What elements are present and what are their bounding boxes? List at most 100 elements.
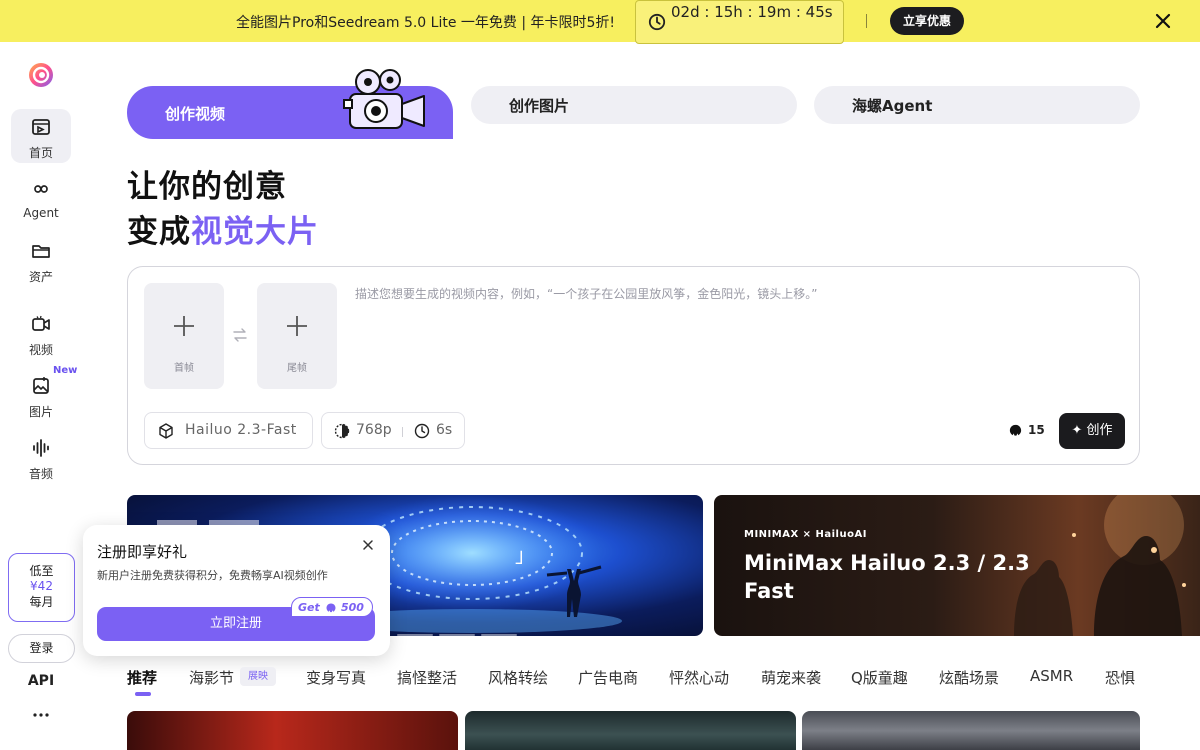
clock-icon [648,13,666,31]
home-icon [32,119,50,135]
tab-create-image[interactable]: 创作图片 [471,86,797,124]
category-tab[interactable]: 炫酷场景 [939,667,999,688]
more-icon[interactable] [31,708,51,722]
sidebar-item-label: 首页 [28,146,53,160]
popup-title: 注册即享好礼 [97,543,188,561]
banner-2-title: MiniMax Hailuo 2.3 / 2.3 Fast [744,551,1030,603]
promo-countdown: 02d : 15h : 19m : 45s [635,0,844,44]
plus-icon [174,316,194,336]
headline-line-1: 让你的创意 [127,169,287,205]
sparkle-icon: ✦ [1071,423,1083,438]
popup-description: 新用户注册免费获得积分，免费畅享AI视频创作 [97,569,328,582]
category-tab[interactable]: 怦然心动 [669,667,729,688]
sidebar-item-home[interactable]: 首页 [11,109,71,163]
signup-popup: 注册即享好礼 新用户注册免费获得积分，免费畅享AI视频创作 立即注册 Get 5… [83,525,390,656]
banner-2-brand: MINIMAX × HailuoAI [744,529,867,540]
tab-label: 创作图片 [509,97,570,115]
prompt-input[interactable]: 描述您想要生成的视频内容，例如，“一个孩子在公园里放风筝，金色阳光，镜头上移。” [355,285,817,302]
prompt-card: 首帧 尾帧 描述您想要生成的视频内容，例如，“一个孩子在公园里放风筝，金色阳光，… [127,266,1140,465]
headline-prefix: 变成 [127,214,191,250]
category-tab-film-festival[interactable]: 海影节 [189,667,234,688]
cube-icon [159,423,173,439]
image-icon [33,377,49,394]
login-button[interactable]: 登录 [8,634,75,663]
shell-icon [326,603,336,613]
promo-text: 全能图片Pro和Seedream 5.0 Lite 一年免费 | 年卡限时5折! [236,15,616,31]
last-frame-label: 尾帧 [287,363,307,374]
camera-illustration-icon [343,69,425,129]
bonus-get: Get [298,601,320,614]
shell-icon [1009,424,1022,436]
category-tab[interactable]: 广告电商 [578,667,638,688]
price-period: 每月 [29,595,54,609]
swap-icon[interactable] [232,327,248,343]
sidebar-item-video[interactable]: 视频 [11,306,71,360]
pricing-card[interactable]: 低至 ¥42 每月 [8,553,75,622]
clock-icon [414,423,430,439]
sidebar-item-audio[interactable]: 音频 [11,430,71,484]
sidebar-item-label: Agent [23,206,59,220]
sidebar-item-agent[interactable]: Agent [11,171,71,225]
category-tab[interactable]: ASMR [1030,667,1073,685]
tab-label: 创作视频 [165,105,226,123]
api-link[interactable]: API [0,673,82,689]
sidebar-item-image[interactable]: 图片 [11,368,71,422]
model-name: Hailuo 2.3-Fast [185,422,297,438]
first-frame-label: 首帧 [174,363,194,374]
sidebar-item-label: 音频 [28,467,53,481]
countdown-text: 02d : 15h : 19m : 45s [671,3,833,21]
infinity-icon [34,185,48,193]
banner-1-quote: 」 [515,543,535,567]
category-tab-recommended[interactable]: 推荐 [127,667,157,688]
promo-banner: 全能图片Pro和Seedream 5.0 Lite 一年免费 | 年卡限时5折!… [0,0,1200,44]
tab-hailuo-agent[interactable]: 海螺Agent [814,86,1140,124]
bonus-amount: 500 [341,601,364,614]
sidebar-item-label: 视频 [28,343,53,357]
new-badge: New [53,365,78,376]
category-tab[interactable]: 恐惧 [1105,667,1140,688]
spec-selector[interactable]: 768p 6s [321,412,465,449]
sidebar-item-assets[interactable]: 资产 [11,233,71,287]
close-icon[interactable] [362,539,374,551]
model-selector[interactable]: Hailuo 2.3-Fast [144,412,313,449]
promo-cta-button[interactable]: 立享优惠 [890,7,964,35]
price-prefix: 低至 [29,564,54,578]
headline-accent: 视觉大片 [191,214,319,250]
category-tab[interactable]: 萌宠来袭 [761,667,821,688]
sidebar-item-label: 资产 [28,270,53,284]
audio-wave-icon [33,439,49,457]
category-tab[interactable]: 风格转绘 [488,667,548,688]
duration-value: 6s [436,422,453,438]
category-tab[interactable]: 变身写真 [306,667,366,688]
banner-carousel-2[interactable]: MINIMAX × HailuoAI MiniMax Hailuo 2.3 / … [714,495,1200,636]
bonus-badge: Get 500 [291,597,373,617]
video-thumbnail[interactable] [127,711,458,750]
resolution-icon [334,423,350,439]
credit-cost: 15 [1008,423,1048,439]
sidebar-item-label: 图片 [28,405,53,419]
headline-line-2: 变成视觉大片 [127,210,319,255]
category-tab[interactable]: 搞怪整活 [397,667,457,688]
promo-divider [866,14,867,28]
category-badge: 展映 [240,667,276,686]
plus-icon [287,316,307,336]
tab-label: 海螺Agent [852,97,933,115]
create-label: 创作 [1086,423,1113,438]
carousel-dots[interactable] [397,621,527,636]
category-tab[interactable]: Q版童趣 [851,667,908,688]
page-headline: 让你的创意 变成视觉大片 [127,165,319,255]
video-thumbnail[interactable] [802,711,1140,750]
video-thumbnail[interactable] [465,711,796,750]
close-icon[interactable] [1152,10,1174,32]
hailuo-logo[interactable] [27,61,55,89]
resolution-value: 768p [356,422,392,438]
create-button[interactable]: ✦ 创作 [1059,413,1125,449]
price-value: ¥42 [30,579,53,593]
last-frame-upload[interactable]: 尾帧 [257,283,337,389]
active-tab-indicator [135,692,151,696]
credit-count: 15 [1028,423,1045,437]
spec-divider [402,427,403,437]
first-frame-upload[interactable]: 首帧 [144,283,224,389]
video-camera-icon [32,315,50,331]
folder-icon [32,245,50,258]
